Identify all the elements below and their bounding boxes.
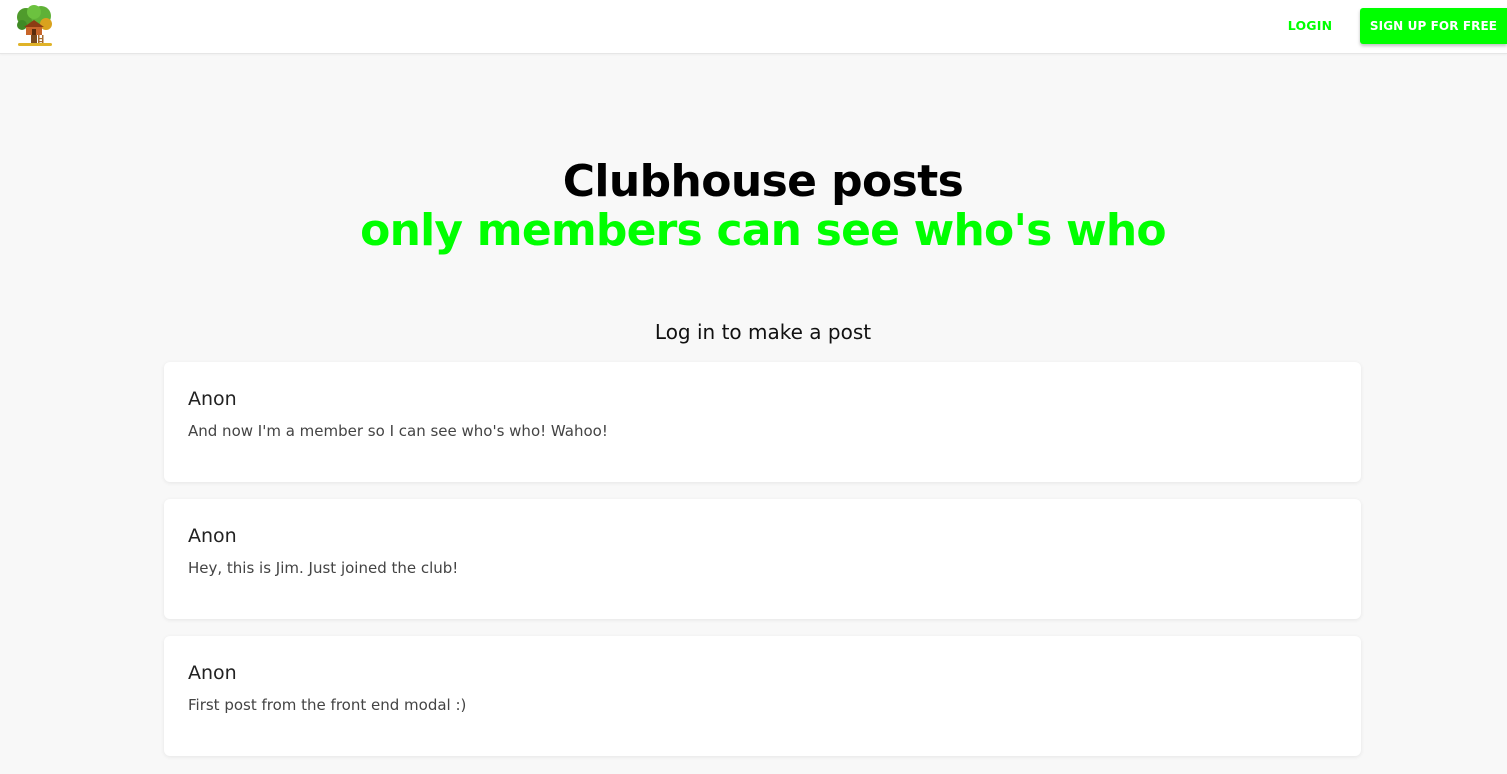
post-body: Hey, this is Jim. Just joined the club! bbox=[188, 559, 459, 577]
post-author: Anon bbox=[188, 525, 237, 547]
posts-list: Anon And now I'm a member so I can see w… bbox=[164, 362, 1361, 773]
page-subtitle: only members can see who's who bbox=[360, 205, 1167, 256]
treehouse-logo-icon[interactable] bbox=[13, 5, 55, 47]
post-card: Anon Hey, this is Jim. Just joined the c… bbox=[164, 499, 1361, 619]
top-navbar: LOGIN SIGN UP FOR FREE bbox=[0, 0, 1507, 54]
login-link[interactable]: LOGIN bbox=[1272, 16, 1348, 36]
post-author: Anon bbox=[188, 388, 237, 410]
post-author: Anon bbox=[188, 662, 237, 684]
post-body: And now I'm a member so I can see who's … bbox=[188, 422, 608, 440]
post-card: Anon And now I'm a member so I can see w… bbox=[164, 362, 1361, 482]
post-body: First post from the front end modal :) bbox=[188, 696, 467, 714]
login-prompt: Log in to make a post bbox=[654, 320, 872, 344]
post-card: Anon First post from the front end modal… bbox=[164, 636, 1361, 756]
signup-button[interactable]: SIGN UP FOR FREE bbox=[1360, 8, 1507, 44]
